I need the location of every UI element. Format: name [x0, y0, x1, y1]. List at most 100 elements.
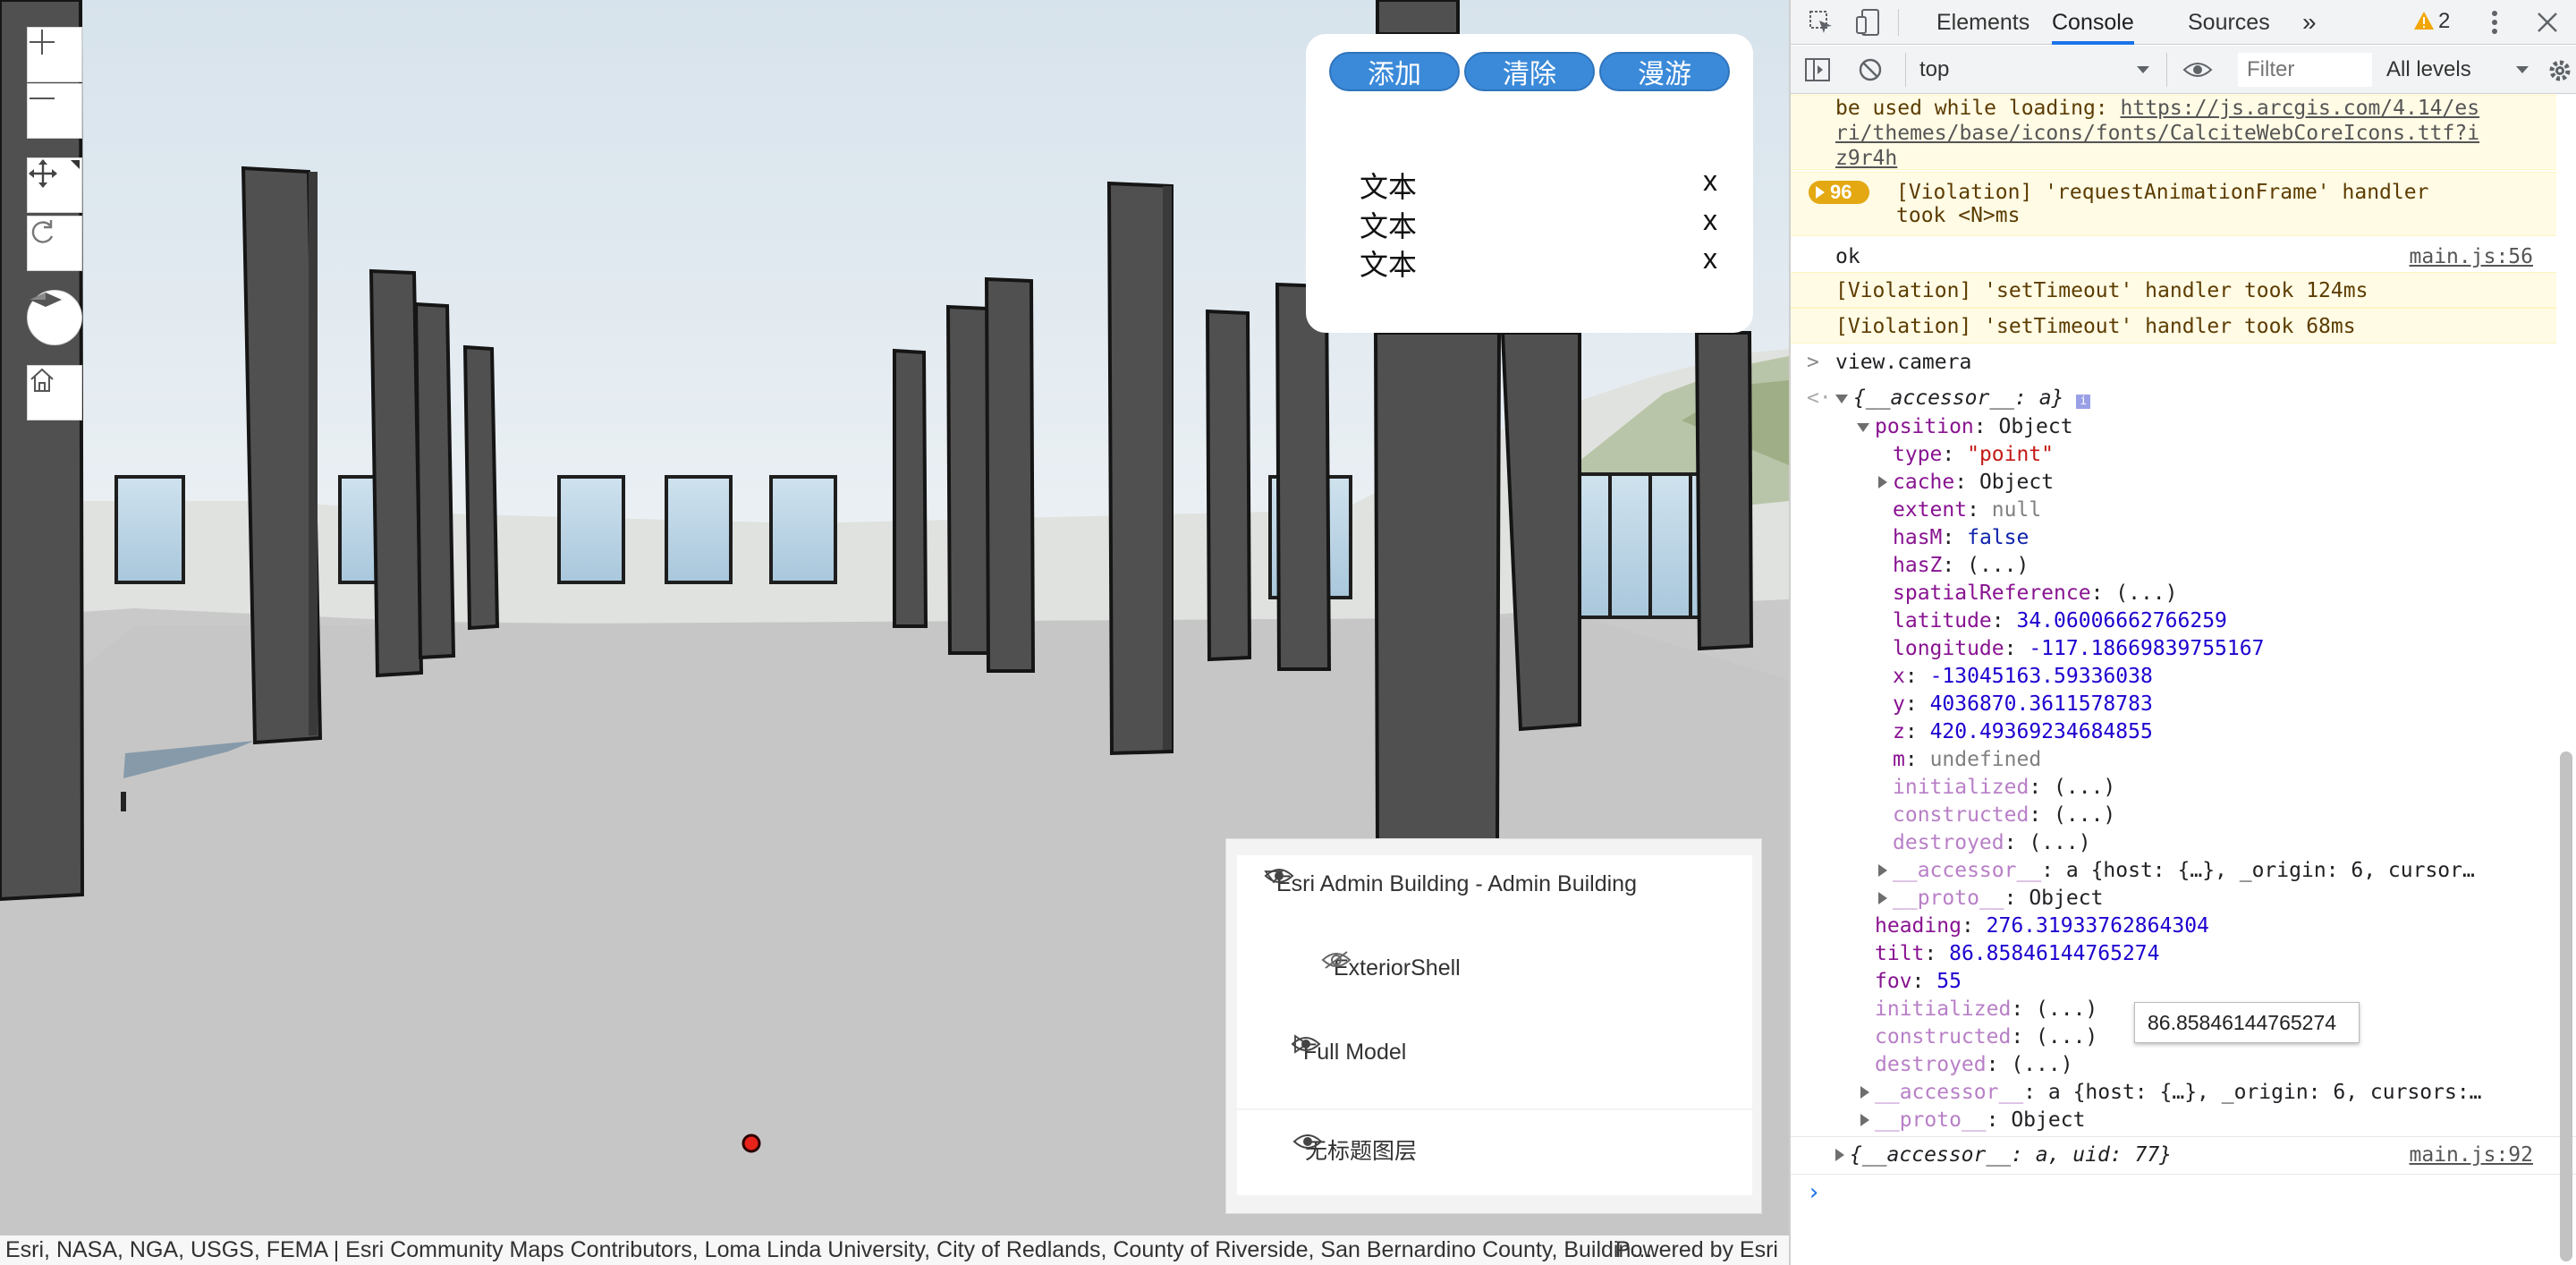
rotate-button[interactable]	[27, 216, 82, 271]
list-item-label: 文本	[1360, 209, 1418, 243]
prop-hasZ[interactable]: hasZ: (...)	[1893, 554, 2576, 577]
prop-initialized[interactable]: initialized: (...)	[1893, 776, 2576, 799]
prop-hasM: hasM: false	[1893, 526, 2029, 549]
pan-button[interactable]	[27, 157, 82, 213]
console-line: [Violation] 'setTimeout' handler took 68…	[1835, 315, 2356, 338]
remove-item-button[interactable]: x	[1703, 165, 1717, 198]
font-url-link[interactable]: z9r4h	[1835, 147, 1897, 170]
console-line: ri/themes/base/icons/fonts/CalciteWebCor…	[1835, 122, 2576, 145]
list-item-label: 文本	[1360, 170, 1418, 204]
list-item-label: 文本	[1360, 248, 1418, 282]
prop-destroyed[interactable]: destroyed: (...)	[1893, 831, 2576, 854]
console-input-echo: view.camera	[1835, 351, 1972, 374]
visible-eye-icon[interactable]	[1292, 1132, 1323, 1151]
prop-latitude: latitude: 34.06006662766259	[1893, 609, 2227, 632]
prop-position[interactable]: position: Object	[1857, 415, 2576, 438]
source-link[interactable]: main.js:56	[2410, 245, 2533, 268]
info-icon[interactable]: i	[2076, 395, 2091, 409]
compass-icon	[30, 293, 62, 307]
prop-fov: fov: 55	[1875, 970, 1962, 993]
font-url-link[interactable]: https://js.arcgis.com/4.14/es	[2121, 97, 2480, 120]
console-output[interactable]: be used while loading: https://js.arcgis…	[1791, 95, 2576, 1265]
sublayer-row[interactable]: ExteriorShell	[1321, 950, 1461, 986]
tab-console[interactable]: Console	[2052, 0, 2134, 45]
compass-button[interactable]	[27, 290, 82, 345]
rotate-icon	[31, 220, 54, 243]
layer-group-title: Esri Admin Building - Admin Building	[1276, 870, 1637, 896]
zoom-in-icon	[30, 30, 55, 55]
visible-eye-icon[interactable]	[1264, 866, 1294, 886]
roam-button[interactable]: 漫游	[1599, 52, 1730, 91]
chevron-down-icon[interactable]	[2136, 65, 2150, 74]
prop-heading: heading: 276.31933762864304	[1875, 914, 2209, 938]
prop-m: m: undefined	[1893, 748, 2042, 771]
font-url-link[interactable]: ri/themes/base/icons/fonts/CalciteWebCor…	[1835, 122, 2479, 145]
prop-cache[interactable]: cache: Object	[1878, 471, 2576, 494]
list-item: 文本 x	[1360, 204, 1717, 243]
console-line: [Violation] 'requestAnimationFrame' hand…	[1896, 181, 2429, 204]
object-root[interactable]: {__accessor__: a} i	[1835, 386, 2576, 410]
repeat-count-badge: 96	[1809, 181, 1869, 204]
home-button[interactable]	[27, 365, 82, 420]
prop-proto[interactable]: __proto__: Object	[1878, 887, 2576, 910]
powered-by-link[interactable]: Powered by Esri	[1615, 1235, 1778, 1265]
divider	[1791, 1136, 2576, 1137]
warning-count[interactable]: 2	[2438, 9, 2450, 34]
source-link[interactable]: main.js:92	[2410, 1143, 2533, 1167]
close-devtools-icon[interactable]	[2537, 12, 2558, 33]
visible-eye-icon[interactable]	[1291, 1034, 1321, 1054]
prop-type: type: "point"	[1893, 443, 2055, 466]
kebab-menu-icon[interactable]	[2490, 10, 2499, 35]
console-line: [Violation] 'setTimeout' handler took 12…	[1835, 279, 2368, 302]
chevron-down-icon[interactable]	[2515, 65, 2529, 74]
tool-panel: 添加 清除 漫游 文本 x 文本 x 文本 x	[1306, 34, 1753, 333]
sublayer-label: ExteriorShell	[1334, 955, 1461, 981]
scene-view[interactable]: 添加 清除 漫游 文本 x 文本 x 文本 x Esri Admin Build…	[0, 0, 1789, 1265]
prop-spatial-reference[interactable]: spatialReference: (...)	[1893, 582, 2576, 605]
console-line: took <N>ms	[1896, 204, 2021, 227]
attribution-text: Esri, NASA, NGA, USGS, FEMA | Esri Commu…	[5, 1237, 1654, 1262]
zoom-out-button[interactable]	[27, 83, 82, 139]
layer-group-row[interactable]: Esri Admin Building - Admin Building	[1264, 866, 1637, 902]
list-item: 文本 x	[1360, 165, 1717, 204]
location-marker[interactable]	[741, 1133, 761, 1153]
warning-icon[interactable]	[2413, 11, 2435, 30]
prop-constructed[interactable]: constructed: (...)	[1893, 803, 2576, 827]
layer-card: 无标题图层	[1237, 1110, 1752, 1195]
devtools-panel: Elements Console Sources » 2 top All lev…	[1789, 0, 2576, 1265]
tab-elements[interactable]: Elements	[1936, 0, 2029, 45]
remove-item-button[interactable]: x	[1703, 204, 1717, 237]
live-expression-eye-icon[interactable]	[2182, 60, 2213, 80]
prop-longitude: longitude: -117.18669839755167	[1893, 637, 2265, 660]
more-tabs-button[interactable]: »	[2302, 0, 2317, 45]
remove-item-button[interactable]: x	[1703, 242, 1717, 276]
prop-proto[interactable]: __proto__: Object	[1860, 1108, 2576, 1132]
sublayer-row[interactable]: Full Model	[1291, 1034, 1406, 1070]
attribution-bar: Esri, NASA, NGA, USGS, FEMA | Esri Commu…	[0, 1235, 1789, 1265]
inspect-element-icon[interactable]	[1809, 10, 1834, 35]
zoom-in-button[interactable]	[27, 27, 82, 82]
layer-row[interactable]: 无标题图层	[1292, 1132, 1417, 1167]
console-prompt[interactable]: ›	[1807, 1179, 2572, 1206]
tab-sources[interactable]: Sources	[2188, 0, 2270, 45]
log-levels-dropdown[interactable]: All levels	[2386, 57, 2471, 82]
value-tooltip: 86.85846144765274	[2134, 1002, 2360, 1043]
prop-destroyed[interactable]: destroyed: (...)	[1875, 1053, 2576, 1076]
prop-z: z: 420.49369234684855	[1893, 720, 2153, 743]
add-button[interactable]: 添加	[1329, 52, 1460, 91]
devtools-tab-bar: Elements Console Sources » 2	[1791, 0, 2576, 45]
gear-icon[interactable]	[2547, 58, 2572, 83]
clear-console-icon[interactable]	[1859, 58, 1882, 81]
filter-input[interactable]	[2238, 53, 2372, 87]
prop-accessor[interactable]: __accessor__: a {host: {…}, _origin: 6, …	[1878, 859, 2576, 882]
scrollbar[interactable]	[2560, 751, 2572, 1261]
context-selector[interactable]: top	[1919, 57, 1949, 82]
prop-accessor[interactable]: __accessor__: a {host: {…}, _origin: 6, …	[1860, 1081, 2576, 1104]
pan-icon	[29, 159, 57, 188]
hidden-eye-icon[interactable]	[1321, 950, 1352, 970]
sidebar-toggle-icon[interactable]	[1805, 58, 1830, 81]
console-line: z9r4h	[1835, 147, 2576, 170]
home-icon	[30, 368, 54, 392]
device-toolbar-icon[interactable]	[1855, 8, 1882, 37]
clear-button[interactable]: 清除	[1464, 52, 1595, 91]
